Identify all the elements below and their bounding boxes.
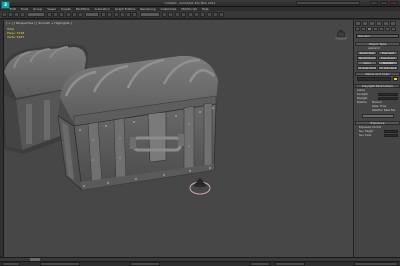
title-bar: 3 Untitled - Autodesk 3ds Max 2011 xyxy=(0,0,400,9)
sun-color-label: Sun Color xyxy=(359,134,372,137)
sun-height-label: Sun Height xyxy=(359,130,374,133)
rotate-button[interactable] xyxy=(72,12,77,17)
unlink-button[interactable] xyxy=(20,12,25,17)
link-button[interactable] xyxy=(14,12,19,17)
spacewarps-icon[interactable] xyxy=(385,27,390,31)
render-button[interactable] xyxy=(219,12,224,17)
cameras-icon[interactable] xyxy=(373,27,378,31)
main-toolbar xyxy=(0,11,400,19)
light-type-value: Standard xyxy=(358,35,370,38)
align-button[interactable] xyxy=(168,12,173,17)
mirror-button[interactable] xyxy=(162,12,167,17)
layer-manager-button[interactable] xyxy=(175,12,180,17)
create-tab[interactable] xyxy=(355,21,361,26)
setup-button[interactable] xyxy=(362,114,394,118)
object-name-field[interactable] xyxy=(357,77,391,81)
region-select-button[interactable] xyxy=(59,12,64,17)
material-editor-button[interactable] xyxy=(200,12,205,17)
spinner-snap-button[interactable] xyxy=(132,12,137,17)
status-bar xyxy=(0,261,400,266)
skylight-type-dropdown[interactable] xyxy=(378,97,398,100)
skylight-checkbox[interactable]: Skylight xyxy=(357,97,367,100)
selection-filter-dropdown[interactable] xyxy=(27,12,45,17)
undo-button[interactable] xyxy=(2,12,7,17)
playback-controls[interactable] xyxy=(275,262,305,266)
viewport-navigation-controls[interactable] xyxy=(354,262,398,266)
active-label: Active xyxy=(357,89,366,92)
daylight-gizmo[interactable] xyxy=(189,177,211,195)
close-button[interactable] xyxy=(390,1,398,5)
perspective-viewport[interactable]: [ + ] [ Perspective ] [ Smooth + Highlig… xyxy=(4,20,353,257)
redo-button[interactable] xyxy=(8,12,13,17)
target-direct-button[interactable]: Target Direct xyxy=(357,56,377,60)
maxscript-listener-field[interactable] xyxy=(2,262,20,266)
help-search-input[interactable] xyxy=(296,1,360,5)
render-setup-button[interactable] xyxy=(207,12,212,17)
create-category-icons xyxy=(355,27,400,32)
manipulate-button[interactable] xyxy=(107,12,112,17)
scale-button[interactable] xyxy=(78,12,83,17)
percent-snap-button[interactable] xyxy=(126,12,131,17)
target-spot-button[interactable]: Target Spot xyxy=(357,51,377,55)
prompt-line xyxy=(40,262,80,266)
pivot-button[interactable] xyxy=(101,12,106,17)
name-and-color-rollout[interactable]: Name and Color xyxy=(355,72,400,76)
shapes-icon[interactable] xyxy=(361,27,366,31)
systems-icon[interactable] xyxy=(391,27,396,31)
named-selection-dropdown[interactable] xyxy=(140,12,160,17)
position-label: Position xyxy=(357,101,368,104)
display-tab[interactable] xyxy=(383,21,389,26)
command-panel: Standard Object Type AutoGrid Target Spo… xyxy=(353,20,400,257)
hierarchy-tab[interactable] xyxy=(369,21,375,26)
viewcube-icon[interactable] xyxy=(334,29,348,41)
weather-data-radio[interactable]: Weather Data File xyxy=(372,109,395,112)
free-direct-button[interactable]: Free Direct xyxy=(378,56,398,60)
object-color-swatch[interactable] xyxy=(393,77,398,81)
helpers-icon[interactable] xyxy=(379,27,384,31)
move-button[interactable] xyxy=(66,12,71,17)
lights-icon[interactable] xyxy=(367,27,372,31)
select-by-name-button[interactable] xyxy=(53,12,58,17)
geometry-icon[interactable] xyxy=(355,27,360,31)
mr-area-spot-button[interactable]: mr Area Spot xyxy=(378,66,398,70)
free-spot-button[interactable]: Free Spot xyxy=(378,51,398,55)
object-type-rollout[interactable]: Object Type xyxy=(355,42,400,46)
snaps-toggle-button[interactable] xyxy=(114,12,119,17)
sun-color-spinner[interactable] xyxy=(384,134,398,137)
app-logo-icon[interactable]: 3 xyxy=(1,1,10,9)
sun-height-spinner[interactable] xyxy=(384,130,398,133)
curve-editor-button[interactable] xyxy=(188,12,193,17)
coordinate-fields[interactable] xyxy=(130,262,160,266)
auto-key-button[interactable] xyxy=(250,262,270,266)
sunlight-checkbox[interactable]: Sunlight xyxy=(357,93,368,96)
manual-radio[interactable]: Manual xyxy=(372,101,381,104)
motion-tab[interactable] xyxy=(376,21,382,26)
minimize-button[interactable] xyxy=(370,1,378,5)
scene-render xyxy=(4,44,218,195)
maximize-button[interactable] xyxy=(380,1,388,5)
exposure-rollout[interactable]: Exposure xyxy=(355,121,400,125)
chest-front-model[interactable] xyxy=(57,55,218,191)
app-window: 3 Untitled - Autodesk 3ds Max 2011 Edit … xyxy=(0,0,400,266)
graphite-toggle-button[interactable] xyxy=(181,12,186,17)
utilities-tab[interactable] xyxy=(390,21,396,26)
autogrid-checkbox[interactable]: AutoGrid xyxy=(368,47,379,50)
rendered-frame-button[interactable] xyxy=(213,12,218,17)
modify-tab[interactable] xyxy=(362,21,368,26)
angle-snap-button[interactable] xyxy=(120,12,125,17)
date-time-radio[interactable]: Date, Time xyxy=(372,105,386,108)
light-type-dropdown[interactable]: Standard xyxy=(356,34,399,38)
select-object-button[interactable] xyxy=(47,12,52,17)
reference-coordinate-dropdown[interactable] xyxy=(85,12,99,17)
exposure-control-checkbox[interactable]: Exposure Control xyxy=(359,126,381,129)
mr-area-omni-button[interactable]: mr Area Omni xyxy=(357,66,377,70)
skylight-button[interactable]: Skylight xyxy=(378,61,398,65)
sunlight-type-dropdown[interactable] xyxy=(378,93,398,96)
schematic-view-button[interactable] xyxy=(194,12,199,17)
omni-button[interactable]: Omni xyxy=(357,61,377,65)
daylight-parameters-rollout[interactable]: Daylight Parameters xyxy=(355,84,400,88)
window-title: Untitled - Autodesk 3ds Max 2011 xyxy=(164,1,216,5)
